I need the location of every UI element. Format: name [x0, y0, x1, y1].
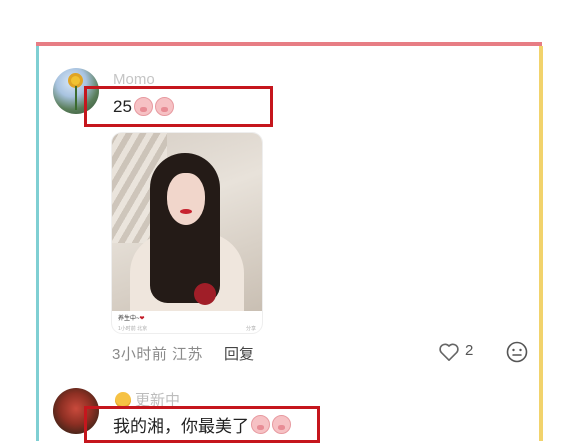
reply-button[interactable]: 回复 — [224, 343, 254, 364]
comment-text: 25 — [113, 96, 132, 116]
pig-face-emoji-icon — [133, 97, 153, 116]
rose-icon — [194, 283, 216, 305]
heart-icon[interactable] — [438, 342, 460, 362]
sunflower-icon — [71, 76, 80, 85]
decorative-frame-top — [36, 42, 542, 46]
portrait-photo[interactable] — [112, 133, 262, 311]
decorative-frame-right — [539, 46, 543, 441]
pig-face-emoji-icon — [272, 415, 291, 434]
image-meta: 1小时前 北京 分享 — [118, 326, 256, 332]
comment-time-location: 3小时前 江苏 — [112, 346, 204, 363]
like-count: 2 — [465, 342, 474, 359]
pig-face-emoji-icon — [154, 97, 174, 116]
comment-image[interactable]: 养生中~❤ 1小时前 北京 分享 — [112, 133, 262, 333]
comment-text: 我的湘，你最美了 — [113, 417, 249, 436]
comment-text-highlight: 25 — [84, 86, 273, 127]
emoji-reaction-icon[interactable] — [506, 341, 528, 363]
image-caption: 养生中~❤ — [118, 316, 145, 322]
pig-face-emoji-icon — [251, 415, 270, 434]
comment-text-highlight: 我的湘，你最美了 — [84, 406, 320, 443]
decorative-frame-left — [36, 46, 39, 441]
